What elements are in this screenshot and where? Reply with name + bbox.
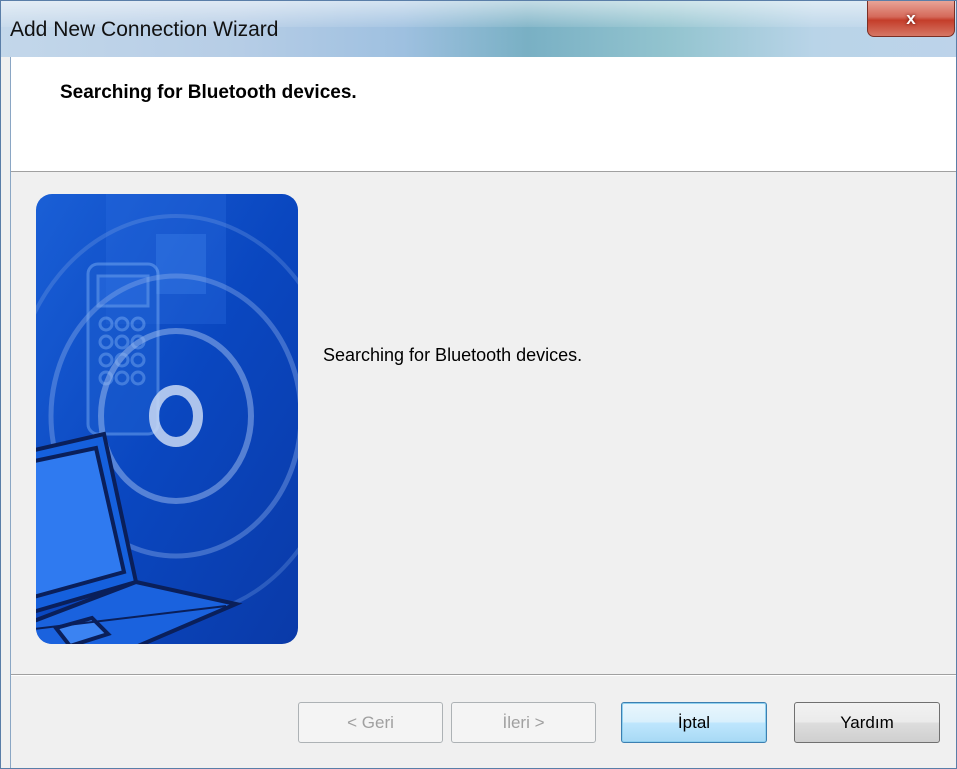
cancel-button[interactable]: İptal <box>621 702 767 743</box>
page-title: Searching for Bluetooth devices. <box>60 82 357 103</box>
footer-divider <box>11 674 956 676</box>
back-button[interactable]: < Geri <box>298 702 443 743</box>
bluetooth-wizard-illustration <box>36 194 298 644</box>
wizard-body: Searching for Bluetooth devices. Searchi… <box>10 57 956 768</box>
wizard-header: Searching for Bluetooth devices. <box>11 57 956 172</box>
window-title: Add New Connection Wizard <box>10 18 279 41</box>
title-bar[interactable]: Add New Connection Wizard x <box>1 1 956 57</box>
close-button[interactable]: x <box>867 1 955 37</box>
wizard-window: Add New Connection Wizard x Searching fo… <box>0 0 957 769</box>
status-message: Searching for Bluetooth devices. <box>323 345 583 365</box>
help-button[interactable]: Yardım <box>794 702 940 743</box>
close-icon: x <box>906 8 916 28</box>
next-button[interactable]: İleri > <box>451 702 596 743</box>
